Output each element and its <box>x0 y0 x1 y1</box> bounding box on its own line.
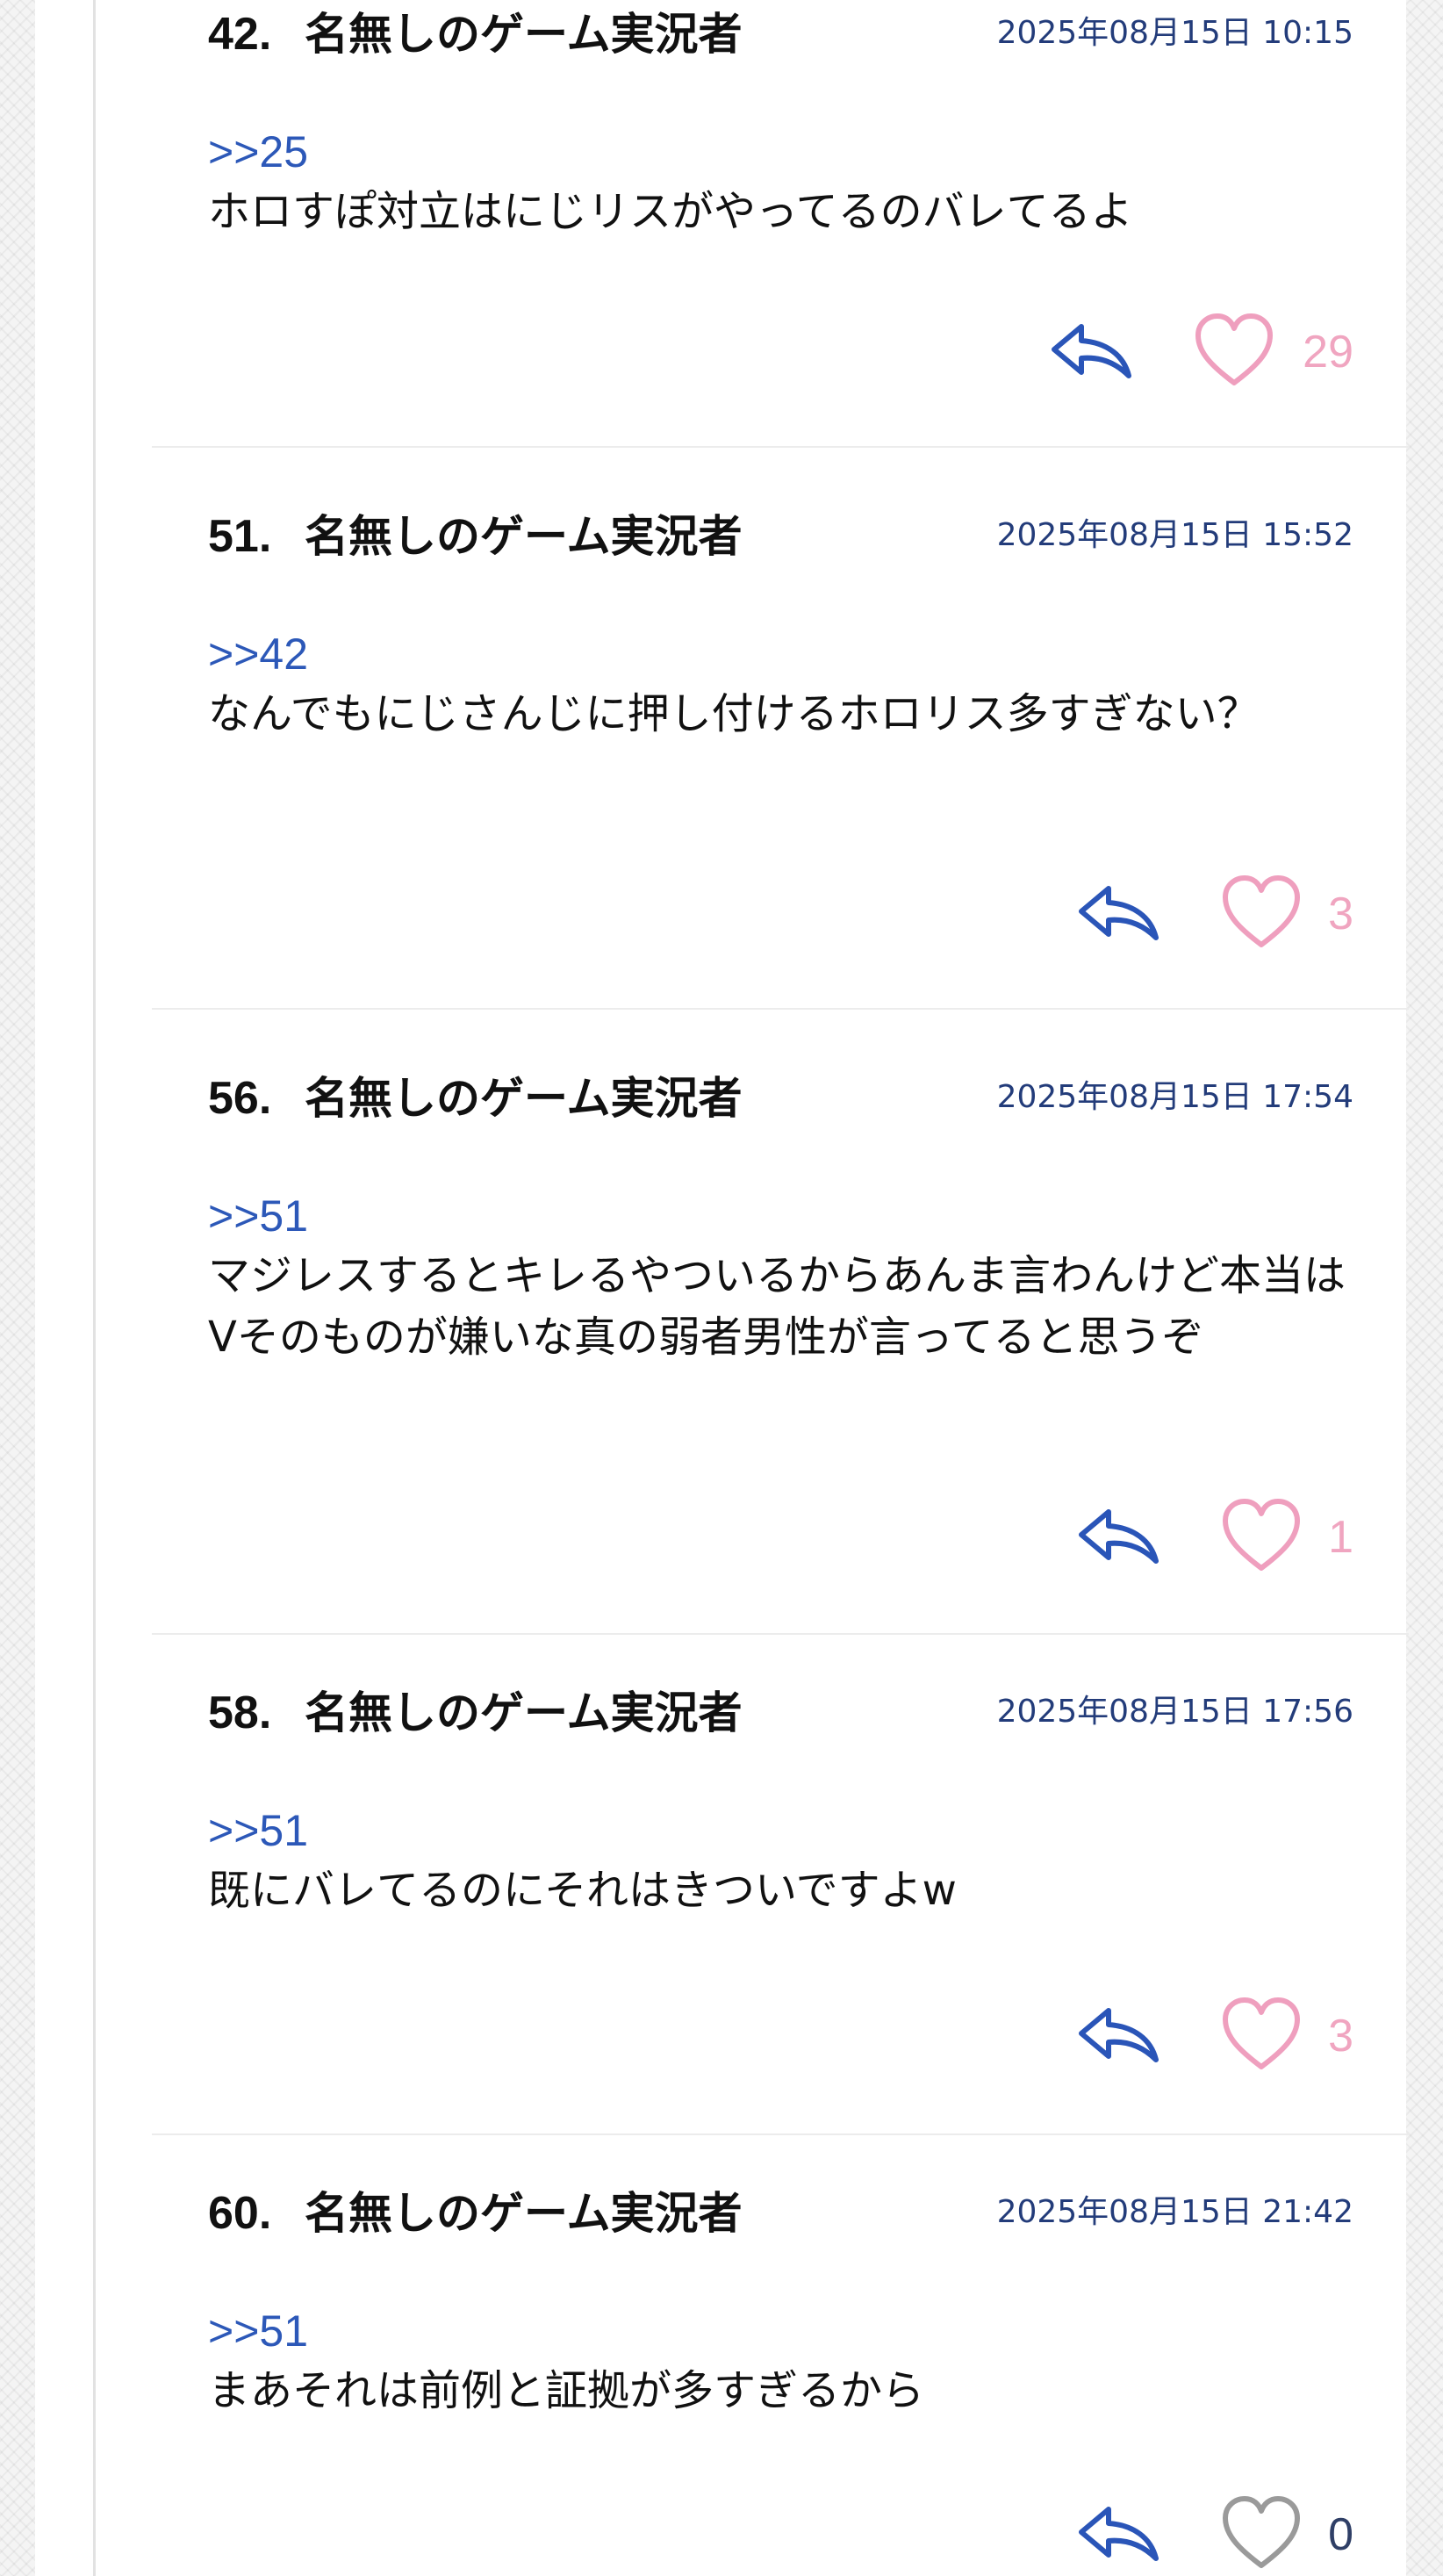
heart-outline-icon[interactable] <box>1221 1498 1302 1573</box>
heart-outline-icon[interactable] <box>1194 313 1274 388</box>
comment-header: 56. 名無しのゲーム実況者 2025年08月15日 17:54 <box>208 1068 1353 1129</box>
post-date: 2025年08月15日 10:15 <box>996 15 1353 51</box>
comment-number[interactable]: 51. <box>208 506 271 567</box>
reply-anchor-link[interactable]: >>51 <box>208 1185 308 1247</box>
post-date: 2025年08月15日 17:56 <box>996 1694 1353 1730</box>
comment-header: 58. 名無しのゲーム実況者 2025年08月15日 17:56 <box>208 1682 1353 1744</box>
comment-body: まあそれは前例と証拠が多すぎるから <box>208 2366 925 2415</box>
poster-name: 名無しのゲーム実況者 <box>305 2188 743 2239</box>
reply-arrow-icon[interactable] <box>1077 2005 1161 2067</box>
poster-name: 名無しのゲーム実況者 <box>305 1073 743 1124</box>
comment-body: マジレスするとキレるやついるからあんま言わんけど本当はVそのものが嫌いな真の弱者… <box>208 1251 1346 1362</box>
like-count: 0 <box>1328 2509 1353 2560</box>
comment-header: 42. 名無しのゲーム実況者 2025年08月15日 10:15 <box>208 4 1353 65</box>
reply-anchor-link[interactable]: >>42 <box>208 623 308 685</box>
reply-arrow-icon[interactable] <box>1077 2504 1161 2565</box>
heart-outline-icon[interactable] <box>1221 1997 1302 2072</box>
poster-name: 名無しのゲーム実況者 <box>305 9 743 60</box>
comment-number[interactable]: 42. <box>208 4 271 65</box>
comment-body: なんでもにじさんじに押し付けるホロリス多すぎない？ <box>208 689 1260 738</box>
poster-name: 名無しのゲーム実況者 <box>305 1687 743 1738</box>
comment-number[interactable]: 60. <box>208 2183 271 2244</box>
reply-arrow-icon[interactable] <box>1077 1507 1161 1568</box>
post-date: 2025年08月15日 21:42 <box>996 2194 1353 2230</box>
heart-outline-icon[interactable] <box>1221 874 1302 950</box>
comment-thread: 42. 名無しのゲーム実況者 2025年08月15日 10:15 >>25 ホロ… <box>93 0 1409 2576</box>
like-count: 3 <box>1328 889 1353 939</box>
comment-item: 60. 名無しのゲーム実況者 2025年08月15日 21:42 >>51 まあ… <box>96 2135 1409 2576</box>
reply-arrow-icon[interactable] <box>1077 883 1161 945</box>
comment-header: 51. 名無しのゲーム実況者 2025年08月15日 15:52 <box>208 506 1353 567</box>
reply-anchor-link[interactable]: >>51 <box>208 2300 308 2362</box>
like-count: 29 <box>1303 327 1353 378</box>
comment-item: 42. 名無しのゲーム実況者 2025年08月15日 10:15 >>25 ホロ… <box>96 0 1409 448</box>
comment-number[interactable]: 58. <box>208 1682 271 1744</box>
reply-anchor-link[interactable]: >>25 <box>208 121 308 183</box>
post-date: 2025年08月15日 15:52 <box>996 517 1353 553</box>
comment-number[interactable]: 56. <box>208 1068 271 1129</box>
comment-item: 51. 名無しのゲーム実況者 2025年08月15日 15:52 >>42 なん… <box>96 448 1409 1010</box>
post-date: 2025年08月15日 17:54 <box>996 1079 1353 1115</box>
heart-outline-icon[interactable] <box>1221 2495 1302 2571</box>
like-count: 1 <box>1328 1512 1353 1563</box>
comment-header: 60. 名無しのゲーム実況者 2025年08月15日 21:42 <box>208 2183 1353 2244</box>
like-count: 3 <box>1328 2011 1353 2062</box>
reply-arrow-icon[interactable] <box>1050 321 1134 383</box>
poster-name: 名無しのゲーム実況者 <box>305 511 743 562</box>
comment-body: ホロすぽ対立はにじリスがやってるのバレてるよ <box>208 187 1133 236</box>
comment-item: 56. 名無しのゲーム実況者 2025年08月15日 17:54 >>51 マジ… <box>96 1010 1409 1635</box>
comment-body: 既にバレてるのにそれはきついですよw <box>208 1866 957 1915</box>
reply-anchor-link[interactable]: >>51 <box>208 1800 308 1861</box>
comment-item: 58. 名無しのゲーム実況者 2025年08月15日 17:56 >>51 既に… <box>96 1635 1409 2135</box>
